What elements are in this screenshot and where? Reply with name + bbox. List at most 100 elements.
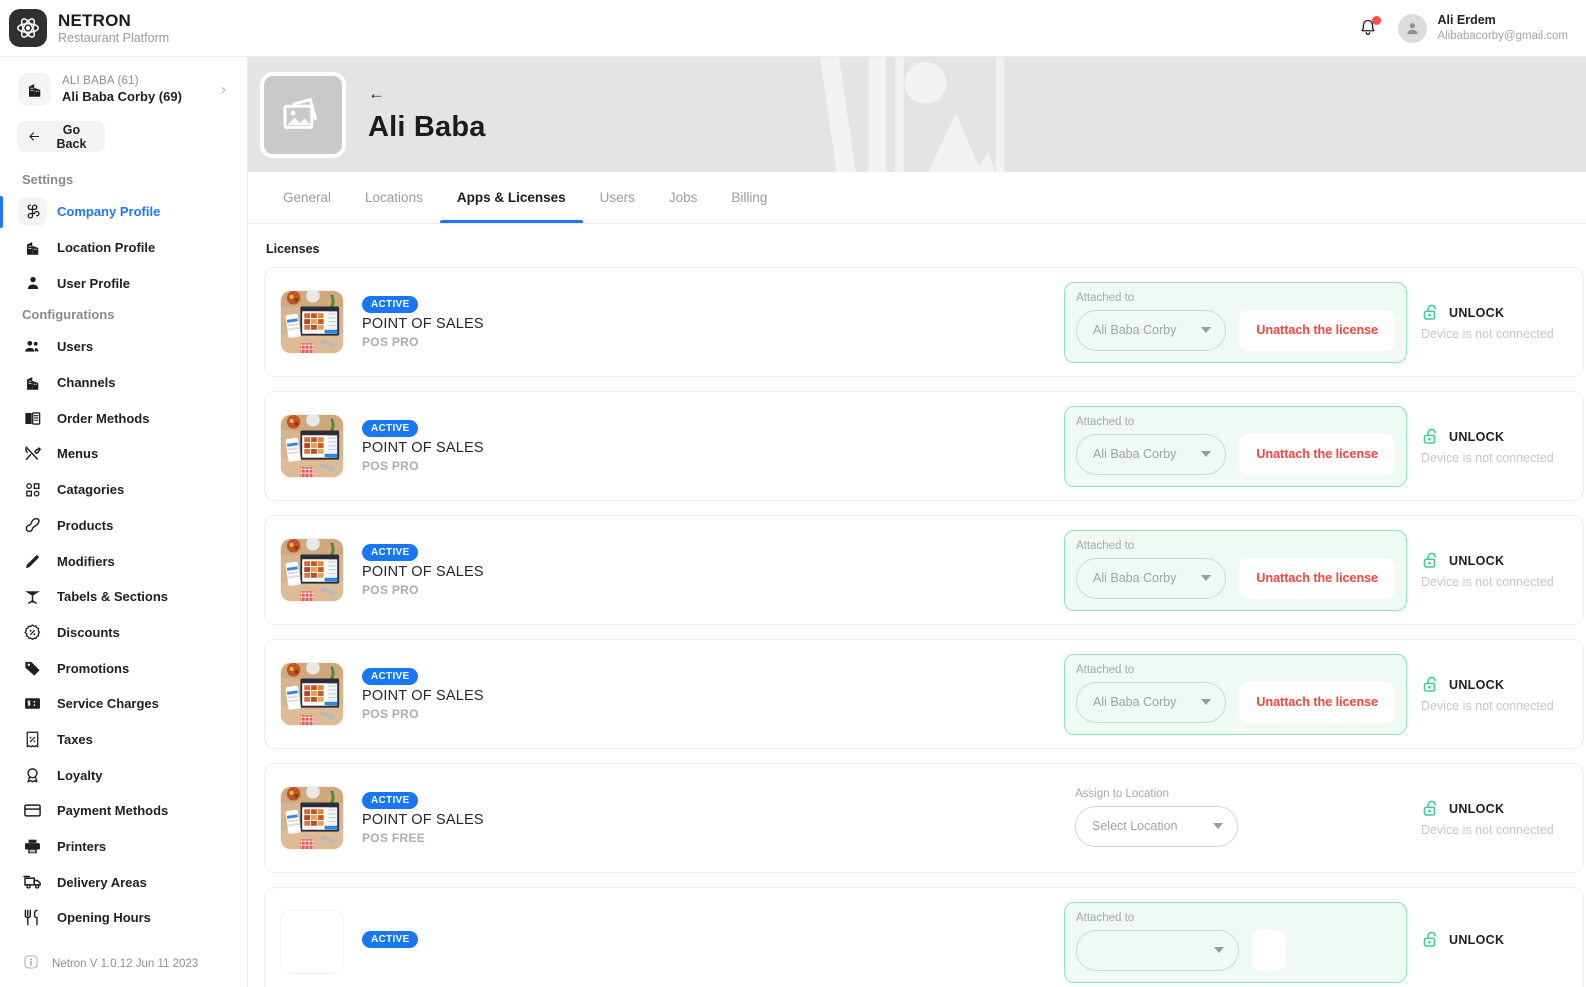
attached-user-value: Ali Baba Corby <box>1093 695 1177 709</box>
unlock-action[interactable]: UNLOCK <box>1421 427 1573 446</box>
sidebar-item-label: Order Methods <box>57 410 150 426</box>
attached-to-panel: Attached to Ali Baba Corby Unattach the li… <box>1064 529 1407 611</box>
license-status: UNLOCK <box>1421 930 1583 954</box>
sidebar-item-opening-hours[interactable]: Opening Hours <box>0 900 247 936</box>
unattach-license-button[interactable]: Unattach the license <box>1239 309 1395 351</box>
atom-icon <box>17 18 39 38</box>
cutlery-cross-icon <box>22 443 43 464</box>
sidebar-item-label: Discounts <box>57 624 120 640</box>
unattach-license-button[interactable]: Unattach the license <box>1239 681 1395 723</box>
sidebar-item-company-profile[interactable]: Company Profile <box>0 194 247 230</box>
attached-user-select[interactable] <box>1076 929 1239 971</box>
tab-general[interactable]: General <box>266 172 348 223</box>
sidebar-item-channels[interactable]: Channels <box>0 365 247 401</box>
license-card: ACTIVE POINT OF SALES POS PRO Attached to Al… <box>264 515 1584 625</box>
image-placeholder-icon <box>283 97 318 129</box>
sidebar-item-printers[interactable]: Printers <box>0 829 247 865</box>
chevron-down-icon <box>1201 699 1212 705</box>
location-select[interactable]: Select Location <box>1075 805 1238 847</box>
license-info: ACTIVE POINT OF SALES POS FREE <box>265 786 1064 850</box>
sidebar-item-location-profile[interactable]: Location Profile <box>0 230 247 266</box>
tab-bar: General Locations Apps & Licenses Users … <box>248 172 1586 224</box>
user-menu[interactable]: Ali Erdem Alibabacorby@gmail.com <box>1398 13 1568 43</box>
notifications-button[interactable] <box>1355 15 1382 41</box>
command-icon <box>22 201 43 222</box>
unattach-license-button[interactable] <box>1252 929 1286 971</box>
sidebar-item-tables-sections[interactable]: Tabels & Sections <box>0 579 247 615</box>
sidebar-item-loyalty[interactable]: Loyalty <box>0 757 247 793</box>
sidebar-item-users[interactable]: Users <box>0 329 247 365</box>
unlock-action[interactable]: UNLOCK <box>1421 303 1573 322</box>
sidebar-item-payment-methods[interactable]: Payment Methods <box>0 793 247 829</box>
company-avatar[interactable] <box>260 71 346 158</box>
user-text: Ali Erdem Alibabacorby@gmail.com <box>1437 13 1568 43</box>
banner-title-block: ← Ali Baba <box>368 85 486 144</box>
tab-users[interactable]: Users <box>583 172 652 223</box>
go-back-button[interactable]: Go Back <box>17 121 105 152</box>
device-status: Device is not connected <box>1421 451 1554 465</box>
tab-apps-licenses[interactable]: Apps & Licenses <box>439 172 583 223</box>
license-meta: ACTIVE <box>362 930 419 954</box>
attached-user-select[interactable]: Ali Baba Corby <box>1076 433 1227 475</box>
license-status: UNLOCK Device is not connected <box>1421 799 1583 837</box>
sidebar-item-products[interactable]: Products <box>0 508 247 544</box>
sidebar-item-label: Company Profile <box>57 204 161 220</box>
pos-promo-photo <box>281 787 343 849</box>
version-text: Netron V 1.0.12 Jun 11 2023 <box>52 957 199 970</box>
sidebar-item-delivery-areas[interactable]: Delivery Areas <box>0 864 247 900</box>
tab-billing[interactable]: Billing <box>714 172 784 223</box>
unlock-action[interactable]: UNLOCK <box>1421 930 1573 949</box>
attached-user-value: Ali Baba Corby <box>1093 447 1177 461</box>
attached-to-row: Ali Baba Corby Unattach the license <box>1076 681 1395 723</box>
unattach-license-button[interactable]: Unattach the license <box>1239 433 1395 475</box>
unlock-action[interactable]: UNLOCK <box>1421 551 1573 570</box>
org-company-name: ALI BABA (61) <box>62 74 139 87</box>
building-icon <box>22 237 43 258</box>
unlock-action[interactable]: UNLOCK <box>1421 675 1573 694</box>
unattach-license-button[interactable]: Unattach the license <box>1239 557 1395 599</box>
license-meta: ACTIVE POINT OF SALES POS PRO <box>362 419 484 473</box>
banner-ghost-image-placeholder-icon <box>708 57 1128 172</box>
license-info: ACTIVE POINT OF SALES POS PRO <box>265 538 1064 602</box>
sidebar-item-user-profile[interactable]: User Profile <box>0 265 247 301</box>
org-selector[interactable]: ALI BABA (61) Ali Baba Corby (69) › <box>14 70 233 109</box>
unlock-label: UNLOCK <box>1449 429 1505 444</box>
chevron-down-icon <box>1213 823 1223 829</box>
brand-name: NETRON <box>58 11 131 31</box>
sidebar-item-label: Opening Hours <box>57 910 151 926</box>
attached-user-select[interactable]: Ali Baba Corby <box>1076 681 1227 723</box>
license-card: ACTIVE Attached to UNLOCK <box>264 887 1584 987</box>
unlock-label: UNLOCK <box>1449 932 1505 947</box>
sidebar-item-discounts[interactable]: Discounts <box>0 615 247 651</box>
open-padlock-icon <box>1423 552 1436 568</box>
device-status: Device is not connected <box>1421 327 1554 341</box>
license-thumbnail <box>280 290 344 354</box>
license-thumbnail <box>280 786 344 850</box>
sidebar-section-settings: Settings <box>22 172 74 187</box>
status-badge: ACTIVE <box>362 295 419 313</box>
license-meta: ACTIVE POINT OF SALES POS PRO <box>362 667 484 721</box>
info-icon <box>23 954 39 973</box>
app-root: NETRON Restaurant Platform Ali Erdem Ali… <box>0 0 1586 987</box>
building-icon <box>22 372 43 393</box>
attached-user-select[interactable]: Ali Baba Corby <box>1076 557 1227 599</box>
sidebar: ALI BABA (61) Ali Baba Corby (69) › Go B… <box>0 57 248 987</box>
device-status: Device is not connected <box>1421 575 1554 589</box>
sidebar-item-order-methods[interactable]: Order Methods <box>0 400 247 436</box>
sidebar-item-taxes[interactable]: Taxes <box>0 722 247 758</box>
sidebar-item-menus[interactable]: Menus <box>0 436 247 472</box>
unlock-action[interactable]: UNLOCK <box>1421 799 1573 818</box>
sidebar-item-label: Loyalty <box>57 767 103 783</box>
sidebar-item-service-charges[interactable]: Service Charges <box>0 686 247 722</box>
tab-jobs[interactable]: Jobs <box>652 172 715 223</box>
attached-to-row <box>1076 929 1395 971</box>
sidebar-item-modifiers[interactable]: Modifiers <box>0 543 247 579</box>
sidebar-item-catagories[interactable]: Catagories <box>0 472 247 508</box>
sidebar-item-promotions[interactable]: Promotions <box>0 650 247 686</box>
go-back-label: Go Back <box>56 122 87 151</box>
org-location-name: Ali Baba Corby (69) <box>62 88 182 104</box>
brand-block[interactable]: NETRON Restaurant Platform <box>9 9 169 47</box>
tab-locations[interactable]: Locations <box>348 172 440 223</box>
back-arrow-icon[interactable]: ← <box>368 85 385 102</box>
attached-user-select[interactable]: Ali Baba Corby <box>1076 309 1227 351</box>
